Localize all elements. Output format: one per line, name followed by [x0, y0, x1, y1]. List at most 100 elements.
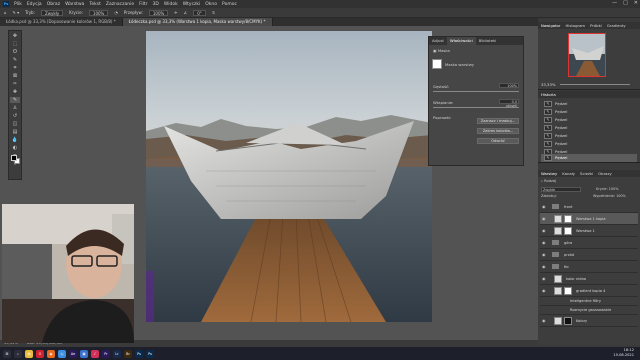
- menu-item-widok[interactable]: Widok: [164, 2, 178, 7]
- healing-icon[interactable]: ✚: [10, 89, 20, 95]
- eye-icon[interactable]: ◉: [542, 261, 546, 273]
- marquee-icon[interactable]: ⬚: [10, 41, 20, 47]
- smart-filter-item[interactable]: Rozmycie gaussowskie: [540, 306, 638, 315]
- home-icon[interactable]: ⌂: [4, 10, 7, 15]
- maximize-icon[interactable]: □: [623, 0, 628, 6]
- tab-lodka[interactable]: Łódka.psd @ 33,3% (Dopasowanie kolorów 1…: [0, 18, 123, 26]
- eye-icon[interactable]: ◉: [542, 285, 546, 297]
- density-slider[interactable]: [433, 91, 519, 92]
- layer-fill[interactable]: Wypełnienie: 100%: [593, 194, 626, 198]
- history-item[interactable]: ✎ Pędzel: [541, 140, 637, 148]
- history-item[interactable]: ✎ Pędzel: [541, 108, 637, 116]
- menu-item-warstwa[interactable]: Warstwa: [65, 2, 84, 7]
- airbrush-icon[interactable]: ✈: [174, 10, 177, 15]
- menu-item-3d[interactable]: 3D: [153, 2, 159, 7]
- tab-libraries[interactable]: Biblioteki: [476, 37, 500, 45]
- tab-lodeczka[interactable]: Łódeczka.psd @ 33,3% (Warstwa 1 kopia, M…: [122, 18, 273, 26]
- brush-preset-icon[interactable]: ✎ ▾: [13, 10, 20, 15]
- layer-row-folder[interactable]: ◉ góra: [540, 237, 638, 249]
- eraser-icon[interactable]: ◫: [10, 121, 20, 127]
- brush-icon[interactable]: ✎: [10, 97, 20, 103]
- mode-select[interactable]: Zwykły: [40, 9, 64, 16]
- gradient-icon[interactable]: ▤: [10, 129, 20, 135]
- ps2-icon[interactable]: Ps: [146, 349, 154, 358]
- tab-layers[interactable]: Warstwy: [541, 170, 557, 177]
- layer-row[interactable]: ◉ gradient kopia 4: [540, 285, 638, 297]
- tab-gradients[interactable]: Gradienty: [607, 22, 626, 29]
- menu-item-edycja[interactable]: Edycja: [27, 2, 42, 7]
- eye-icon[interactable]: ◉: [542, 315, 546, 327]
- tab-channels[interactable]: Kanały: [562, 170, 575, 177]
- eye-icon[interactable]: ◉: [542, 213, 546, 225]
- layer-row[interactable]: ◉ kolor nieba: [540, 273, 638, 285]
- navigator-zoom-slider[interactable]: [560, 84, 630, 85]
- layer-row[interactable]: ◉ Warstwa 1: [540, 225, 638, 237]
- navigator-zoom[interactable]: 33,33%: [541, 82, 555, 87]
- pr-icon[interactable]: Pr: [102, 349, 110, 358]
- tab-histogram[interactable]: Histogram: [565, 22, 585, 29]
- layer-row-selected[interactable]: ◉ Warstwa 1 kopia: [540, 213, 638, 225]
- tab-properties[interactable]: Właściwości: [446, 37, 476, 45]
- document-canvas[interactable]: [146, 31, 432, 322]
- layer-filter[interactable]: ⌕ Rodzaj: [541, 179, 556, 183]
- menu-item-obraz[interactable]: Obraz: [47, 2, 60, 7]
- eye-icon[interactable]: ◉: [542, 237, 546, 249]
- smart-filters-row[interactable]: Inteligentne filtry: [540, 297, 638, 306]
- start-icon[interactable]: ⊞: [3, 349, 11, 358]
- tab-images[interactable]: Obrazy: [598, 170, 612, 177]
- density-field[interactable]: 100%: [499, 83, 519, 88]
- minimize-icon[interactable]: —: [612, 0, 617, 6]
- menu-item-okno[interactable]: Okno: [205, 2, 217, 7]
- select-and-mask-button[interactable]: Zaznacz i maskuj...: [477, 118, 519, 124]
- eyedropper-icon[interactable]: ✑: [10, 81, 20, 87]
- invert-button[interactable]: Odwróć: [477, 138, 519, 144]
- blur-icon[interactable]: 💧: [10, 137, 20, 143]
- pressure-icon[interactable]: ◔: [114, 10, 118, 15]
- navigator-thumbnail[interactable]: [568, 33, 606, 77]
- move-icon[interactable]: ✥: [10, 33, 20, 39]
- ae-icon[interactable]: Ae: [69, 349, 77, 358]
- menu-item-tekst[interactable]: Tekst: [89, 2, 100, 7]
- color-range-button[interactable]: Zakres kolorów...: [477, 128, 519, 134]
- menu-item-wtyczki[interactable]: Wtyczki: [183, 2, 201, 7]
- chrome-icon[interactable]: ◎: [58, 349, 66, 358]
- angle-field[interactable]: 0°: [193, 9, 206, 16]
- tab-navigator[interactable]: Nawigator: [541, 22, 560, 29]
- crop-icon[interactable]: ⌗: [10, 65, 20, 71]
- history-item[interactable]: ✎ Pędzel: [541, 124, 637, 132]
- opacity-field[interactable]: 100%: [88, 9, 109, 16]
- store-icon[interactable]: ▣: [80, 349, 88, 358]
- opera-icon[interactable]: O: [36, 349, 44, 358]
- explorer-icon[interactable]: ▤: [25, 349, 33, 358]
- feather-slider[interactable]: [433, 107, 519, 108]
- blend-mode-select[interactable]: Zwykłe: [541, 187, 581, 192]
- stamp-icon[interactable]: ♙: [10, 105, 20, 111]
- foreground-color-swatch[interactable]: [11, 155, 17, 161]
- layer-row-folder[interactable]: ◉ przód: [540, 249, 638, 261]
- dodge-icon[interactable]: ◐: [10, 145, 20, 151]
- symmetry-icon[interactable]: ⚞: [212, 10, 216, 15]
- feather-field[interactable]: 0,0 pikseli: [499, 99, 519, 108]
- history-item[interactable]: ✎ Pędzel: [541, 100, 637, 108]
- menu-item-plik[interactable]: Plik: [14, 2, 22, 7]
- lasso-icon[interactable]: ʘ: [10, 49, 20, 55]
- eye-icon[interactable]: ◉: [542, 225, 546, 237]
- frame-icon[interactable]: ⊠: [10, 73, 20, 79]
- layer-row-folder[interactable]: ◉ front: [540, 201, 638, 213]
- taskbar-clock[interactable]: 18:12 15.08.2021: [613, 348, 634, 358]
- layer-row[interactable]: ◉ Kolory: [540, 315, 638, 327]
- history-item[interactable]: ✎ Pędzel: [541, 116, 637, 124]
- eye-icon[interactable]: ◉: [542, 273, 546, 285]
- history-brush-icon[interactable]: ↺: [10, 113, 20, 119]
- music-icon[interactable]: ♪: [91, 349, 99, 358]
- layer-opacity[interactable]: Krycie: 100%: [596, 187, 618, 191]
- br-icon[interactable]: Br: [124, 349, 132, 358]
- eye-icon[interactable]: ◉: [542, 201, 546, 213]
- history-item[interactable]: ✎ Pędzel: [541, 132, 637, 140]
- history-item-selected[interactable]: ✎ Pędzel: [541, 154, 637, 162]
- search-icon[interactable]: ⌕: [14, 349, 22, 358]
- layer-mask-thumbnail[interactable]: [564, 317, 572, 325]
- eye-icon[interactable]: ◉: [542, 249, 546, 261]
- flow-field[interactable]: 100%: [148, 9, 169, 16]
- layer-mask-thumbnail[interactable]: [564, 287, 572, 295]
